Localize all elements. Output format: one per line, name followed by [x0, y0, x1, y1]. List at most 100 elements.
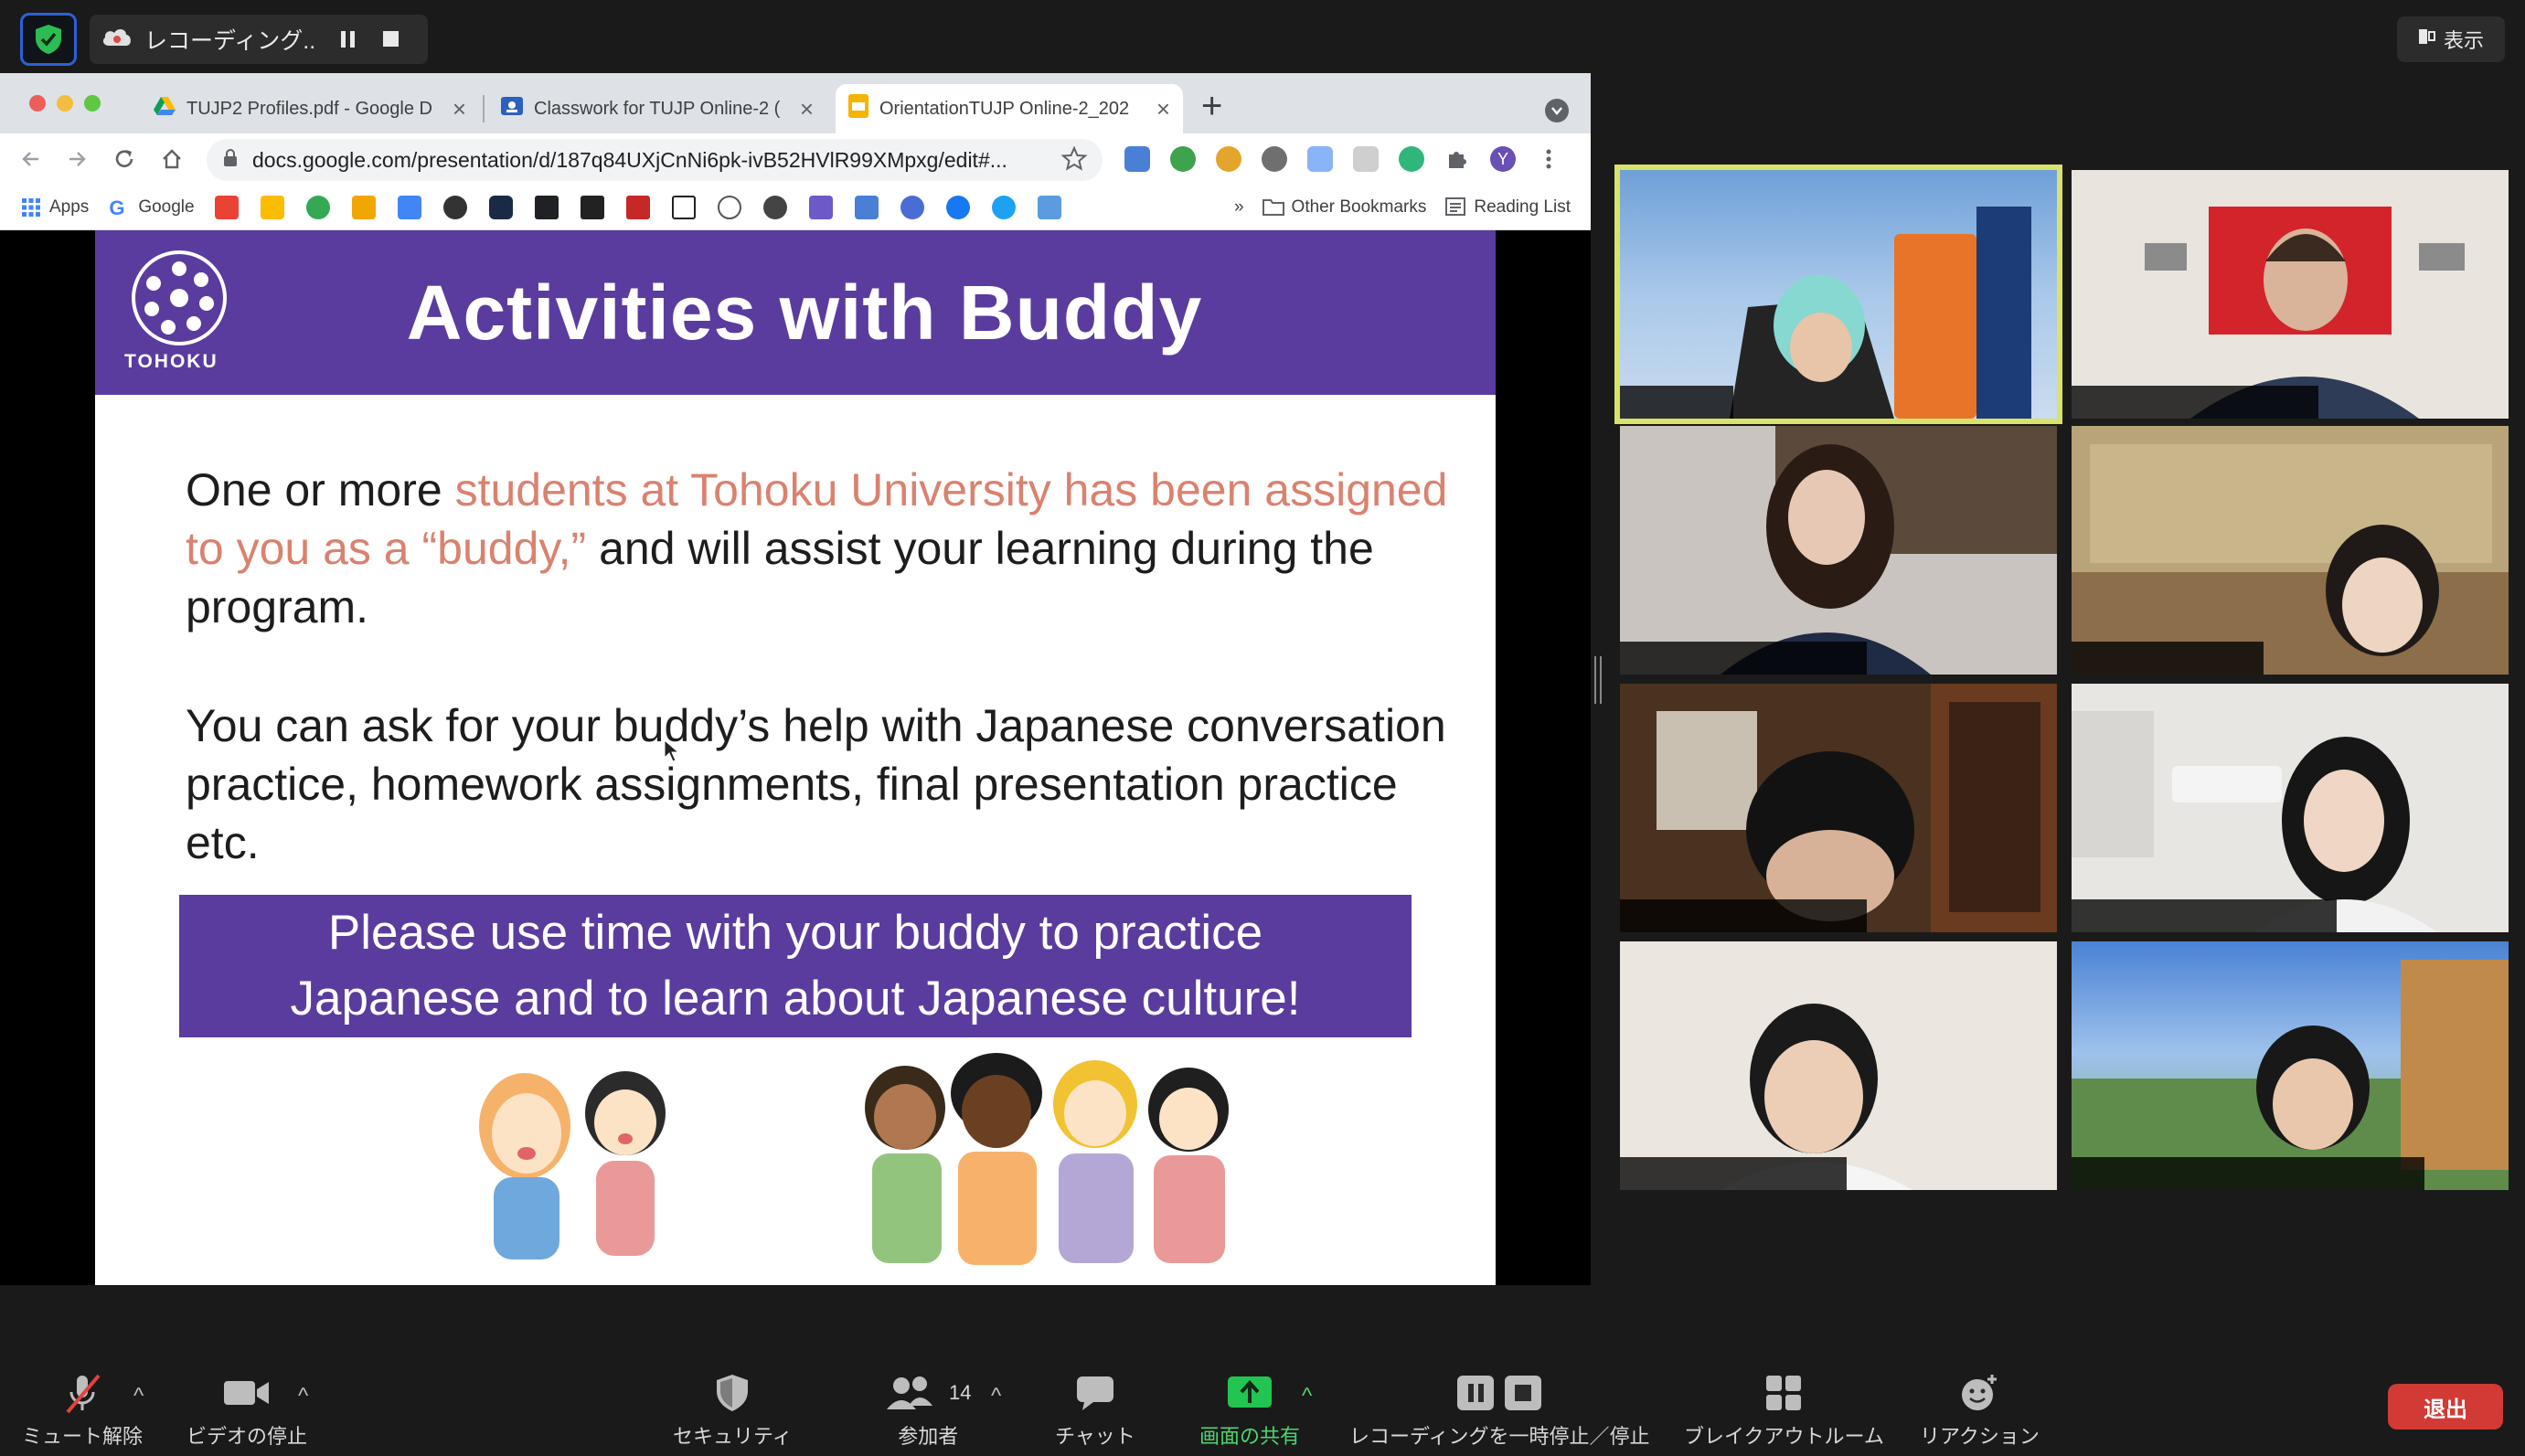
unmute-button[interactable]: ミュート解除 — [22, 1371, 143, 1450]
classroom-bookmark-icon[interactable] — [351, 195, 376, 219]
friend-3 — [1053, 1060, 1137, 1263]
recording-indicator[interactable]: レコーディング... — [90, 15, 428, 64]
reading-list[interactable]: Reading List — [1444, 197, 1571, 218]
recording-controls-button[interactable]: レコーディングを一時停止／停止 — [1349, 1371, 1649, 1450]
other-bookmarks[interactable]: Other Bookmarks — [1262, 197, 1426, 218]
security-button[interactable]: セキュリティ — [673, 1371, 793, 1450]
tab-separator — [483, 95, 485, 122]
zoom-window-button[interactable] — [84, 95, 101, 112]
participant-video-tile[interactable] — [1620, 941, 2057, 1190]
tab-tujp2-profiles[interactable]: TUJP2 Profiles.pdf - Google D × — [141, 84, 479, 133]
breakout-rooms-icon — [1764, 1371, 1803, 1415]
translate-bookmark-icon[interactable] — [854, 195, 879, 219]
participant-video-tile[interactable] — [2072, 684, 2509, 932]
new-tab-button[interactable]: + — [1201, 88, 1222, 124]
breakout-rooms-button[interactable]: ブレイクアウトルーム — [1684, 1371, 1884, 1450]
forward-button[interactable] — [60, 143, 93, 175]
chat-bubble-icon — [1075, 1371, 1115, 1415]
stop-recording-icon[interactable] — [382, 30, 400, 48]
twitter-bookmark-icon[interactable] — [991, 195, 1016, 219]
film-bookmark-icon[interactable] — [534, 195, 559, 219]
bookmark-label: Reading List — [1474, 197, 1571, 217]
swirl-bookmark-icon[interactable] — [900, 195, 924, 219]
address-bar[interactable]: docs.google.com/presentation/d/187q84UXj… — [207, 139, 1103, 181]
slide-viewport: TOHOKU Activities with Buddy One or more… — [0, 230, 1591, 1285]
bookmark-apps[interactable]: Apps — [20, 197, 89, 218]
chat-button[interactable]: チャット — [1055, 1371, 1135, 1450]
drive-bookmark-icon[interactable] — [260, 195, 284, 219]
pause-recording-icon[interactable] — [340, 30, 357, 48]
participant-video-tile[interactable] — [2072, 170, 2509, 419]
chart-bookmark-icon[interactable] — [1037, 195, 1061, 219]
globe-bookmark-icon[interactable] — [442, 195, 467, 219]
share-options-caret[interactable]: ^ — [1302, 1384, 1312, 1409]
stop-video-button[interactable]: ビデオの停止 — [186, 1371, 307, 1450]
facebook-bookmark-icon[interactable] — [945, 195, 970, 219]
google-drive-icon — [154, 96, 176, 122]
google-slides-icon — [848, 94, 868, 123]
tab-classwork[interactable]: Classwork for TUJP Online-2 ( × — [488, 84, 826, 133]
friend-2 — [951, 1053, 1042, 1265]
chat-label: チャット — [1055, 1425, 1135, 1448]
tab-orientation-slides[interactable]: OrientationTUJP Online-2_202 × — [836, 84, 1183, 133]
wr-bookmark-icon[interactable] — [808, 195, 833, 219]
translate-extension-icon[interactable] — [1124, 146, 1150, 172]
view-button[interactable]: 表示 — [2397, 16, 2505, 62]
lock-icon — [223, 148, 238, 173]
participants-options-caret[interactable]: ^ — [991, 1384, 1001, 1409]
share-screen-button[interactable]: 画面の共有 — [1199, 1371, 1300, 1450]
browser-menu-icon[interactable] — [1536, 146, 1561, 172]
audio-options-caret[interactable]: ^ — [133, 1384, 144, 1409]
globe-bookmark-icon-2[interactable] — [762, 195, 787, 219]
participant-video-tile[interactable] — [2072, 941, 2509, 1190]
honey-extension-icon[interactable] — [1216, 146, 1241, 172]
grammarly-extension-icon[interactable] — [1399, 146, 1424, 172]
maps-bookmark-icon[interactable] — [305, 195, 330, 219]
bbc-bookmark-icon[interactable] — [625, 195, 650, 219]
close-tab-icon[interactable]: × — [453, 95, 466, 123]
calendar-bookmark-icon[interactable] — [397, 195, 421, 219]
close-tab-icon[interactable]: × — [800, 95, 814, 123]
participant-video-tile[interactable] — [2072, 426, 2509, 675]
stop-video-label: ビデオの停止 — [186, 1425, 308, 1448]
back-button[interactable] — [15, 143, 48, 175]
security-shield-icon[interactable] — [20, 13, 77, 66]
participant-video-tile[interactable] — [1620, 684, 2057, 932]
participant-name-bar — [2072, 642, 2264, 675]
close-window-button[interactable] — [29, 95, 46, 112]
evernote-extension-icon[interactable] — [1170, 146, 1196, 172]
cube-bookmark-icon[interactable] — [488, 195, 513, 219]
reload-button[interactable] — [108, 143, 141, 175]
bookmark-star-icon[interactable] — [1060, 145, 1088, 178]
reactions-button[interactable]: リアクション — [1920, 1371, 2040, 1450]
four-friends-illustration — [865, 1053, 1229, 1265]
profile-avatar[interactable]: Y — [1490, 146, 1516, 172]
history-bookmark-icon[interactable] — [717, 195, 741, 219]
close-tab-icon[interactable]: × — [1156, 95, 1170, 123]
participant-video-tile[interactable] — [1614, 165, 2062, 424]
tab-search-icon[interactable] — [1545, 99, 1569, 122]
participant-video-tile[interactable] — [1620, 426, 2057, 675]
leave-meeting-button[interactable]: 退出 — [2388, 1384, 2503, 1429]
para1-text-a: One or more — [186, 464, 455, 515]
panel-splitter-handle[interactable] — [1594, 656, 1602, 704]
participants-label: 参加者 — [898, 1425, 959, 1448]
participants-button[interactable]: 14 参加者 — [885, 1371, 971, 1450]
participant-scene — [1721, 1004, 1912, 1190]
google-g-icon: G — [109, 196, 125, 219]
browser-toolbar: docs.google.com/presentation/d/187q84UXj… — [0, 133, 1591, 185]
extensions-puzzle-icon[interactable] — [1444, 146, 1470, 172]
dark-reader-extension-icon[interactable] — [1262, 146, 1287, 172]
bookmarks-overflow[interactable]: » — [1234, 197, 1244, 218]
bookmark-google[interactable]: G Google — [109, 196, 194, 219]
bird-bookmark-icon[interactable] — [580, 195, 604, 219]
home-button[interactable] — [155, 143, 188, 175]
participant-scene — [2072, 960, 2509, 1190]
fonts-extension-icon[interactable] — [1353, 146, 1379, 172]
gmail-bookmark-icon[interactable] — [214, 195, 239, 219]
video-options-caret[interactable]: ^ — [298, 1384, 308, 1409]
reading-list-icon — [1444, 197, 1466, 218]
minimize-window-button[interactable] — [57, 95, 73, 112]
docs-extension-icon[interactable] — [1307, 146, 1333, 172]
i-bookmark-icon[interactable] — [671, 195, 696, 219]
